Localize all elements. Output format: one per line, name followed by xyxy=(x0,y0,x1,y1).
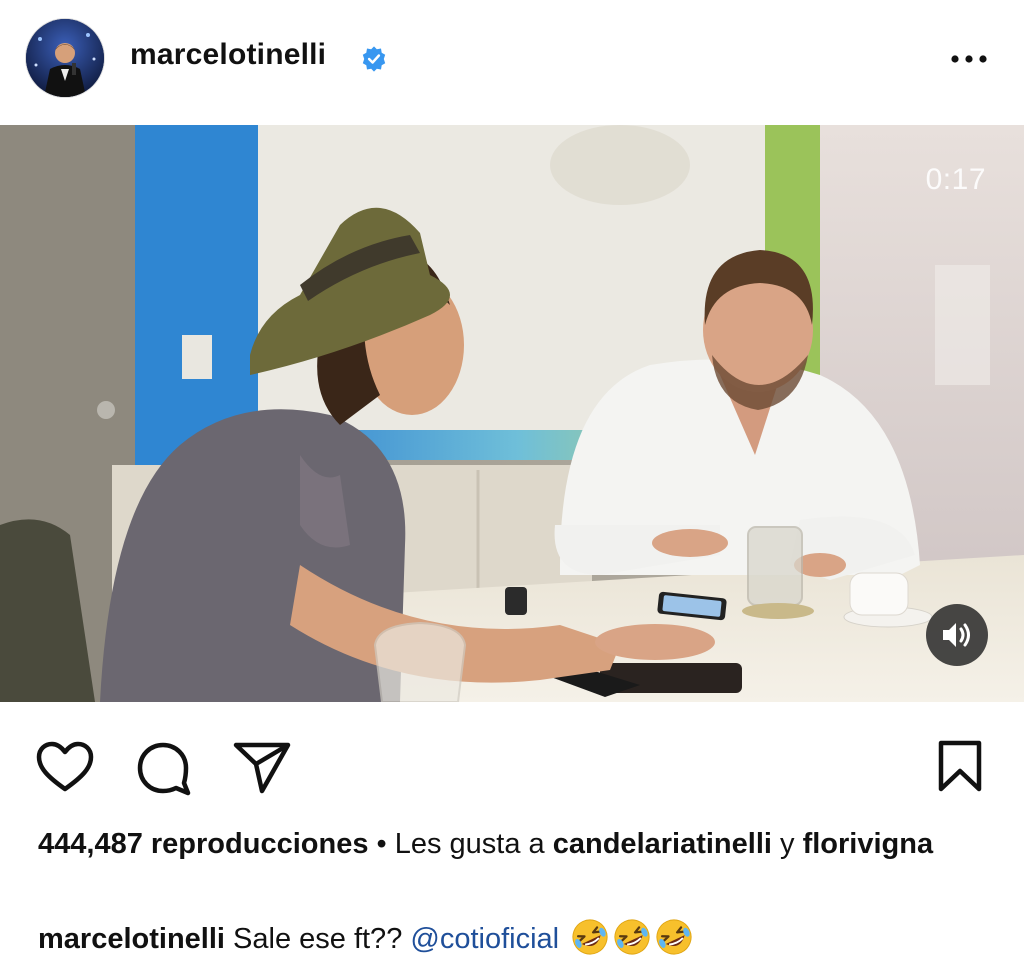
rofl-emoji-icon xyxy=(614,919,650,955)
caption-username[interactable]: marcelotinelli xyxy=(38,923,225,955)
post-stats: 444,487 reproducciones • Les gusta a can… xyxy=(38,823,998,865)
liked-by-user[interactable]: candelariatinelli xyxy=(553,828,772,860)
avatar-image xyxy=(26,19,104,97)
post-actions xyxy=(0,705,1024,815)
rofl-emoji-icon xyxy=(656,919,692,955)
volume-icon xyxy=(943,623,970,647)
avatar[interactable] xyxy=(26,19,104,97)
liked-by-joiner: y xyxy=(780,828,795,860)
views-label: reproducciones xyxy=(150,828,369,860)
video-frame xyxy=(0,125,1024,702)
post-header: marcelotinelli xyxy=(0,0,1024,122)
caption-emojis xyxy=(567,919,693,955)
stats-separator: • xyxy=(376,828,387,860)
caption-mention[interactable]: @cotioficial xyxy=(410,923,559,955)
more-options-icon[interactable] xyxy=(948,46,990,72)
views-count: 444,487 xyxy=(38,828,143,860)
video-timer: 0:17 xyxy=(925,163,986,196)
comment-icon[interactable] xyxy=(136,740,192,796)
post-username[interactable]: marcelotinelli xyxy=(130,38,326,72)
post-caption: marcelotinelli Sale ese ft?? @cotioficia… xyxy=(38,918,1018,959)
volume-button[interactable] xyxy=(926,604,988,666)
liked-by-prefix: Les gusta a xyxy=(394,828,545,860)
heart-icon[interactable] xyxy=(36,741,94,793)
liked-by-other[interactable]: florivigna xyxy=(803,828,934,860)
caption-text: Sale ese ft?? xyxy=(233,923,403,955)
rofl-emoji-icon xyxy=(572,919,608,955)
post-video[interactable]: 0:17 xyxy=(0,125,1024,702)
bookmark-icon[interactable] xyxy=(936,739,984,793)
verified-badge-icon xyxy=(362,46,386,72)
share-icon[interactable] xyxy=(232,740,292,794)
